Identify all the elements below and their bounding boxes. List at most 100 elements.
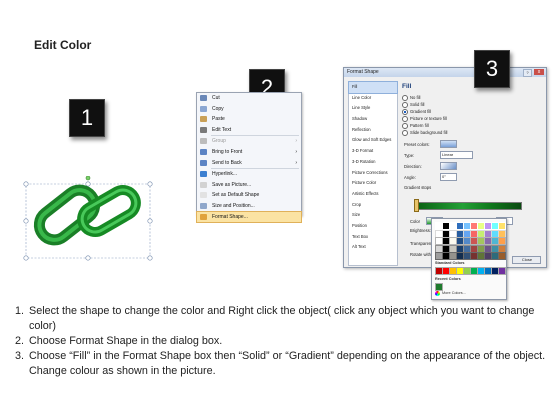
chain-link-shape[interactable] [22,176,157,264]
copy-icon [200,105,207,112]
instruction-step-3: Choose “Fill” in the Format Shape box th… [27,349,554,379]
more-colors-option[interactable]: More Colors... [442,291,466,295]
sidebar-item-picture-corrections[interactable]: Picture Corrections [349,168,397,179]
context-menu: Cut Copy Paste Edit Text Group › Bring to… [196,92,302,224]
instruction-step-2: Choose Format Shape in the dialog box. [27,334,554,349]
menu-item-label: Cut [212,95,220,101]
menu-item-save-as-picture[interactable]: Save as Picture... [197,180,301,191]
send-to-back-icon [200,159,207,166]
scissors-icon [200,95,207,101]
sidebar-item-reflection[interactable]: Reflection [349,125,397,136]
sidebar-item-crop[interactable]: Crop [349,200,397,211]
save-picture-icon [200,181,207,188]
radio-icon [402,95,408,101]
gradient-stops-bar[interactable] [414,202,522,210]
color-label: Color [410,219,421,224]
size-position-icon [200,202,207,209]
radio-selected-icon [402,109,408,115]
help-button[interactable]: ? [523,69,532,77]
standard-color-swatch[interactable] [498,267,506,275]
resize-handle[interactable] [147,218,153,224]
sidebar-item-3d-rotation[interactable]: 3-D Rotation [349,157,397,168]
radio-pattern-fill[interactable]: Pattern fill [402,123,429,129]
dialog-sidebar: Fill Line Color Line Style Shadow Reflec… [348,81,398,266]
dialog-title: Format Shape [344,68,546,77]
radio-solid-fill[interactable]: Solid fill [402,102,424,108]
submenu-arrow-icon: › [295,148,297,155]
menu-item-label: Edit Text [212,126,232,133]
sidebar-item-size[interactable]: Size [349,210,397,221]
sidebar-item-position[interactable]: Position [349,221,397,232]
radio-slide-background-fill[interactable]: Slide background fill [402,130,447,136]
resize-handle[interactable] [85,255,91,261]
menu-item-bring-to-front[interactable]: Bring to Front › [197,147,301,158]
preset-colors-dropdown[interactable] [440,140,457,148]
resize-handle[interactable] [147,181,153,187]
dialog-close-button[interactable]: Close [512,256,541,264]
menu-item-hyperlink[interactable]: Hyperlink... [197,169,301,180]
type-label: Type: [404,153,415,158]
angle-input[interactable]: 0° [440,173,457,181]
sidebar-item-artistic-effects[interactable]: Artistic Effects [349,189,397,200]
resize-handle[interactable] [23,181,29,187]
radio-icon [402,116,408,122]
sidebar-item-glow[interactable]: Glow and Soft Edges [349,135,397,146]
radio-label: Gradient fill [410,109,432,115]
radio-label: Slide background fill [410,130,448,136]
sidebar-item-fill[interactable]: Fill [348,81,398,94]
direction-label: Direction: [404,164,422,169]
menu-item-group[interactable]: Group › [197,136,301,147]
radio-icon [402,102,408,108]
page-title: Edit Color [34,38,92,52]
gradient-stop-handle[interactable] [414,199,419,212]
step-3-badge: 3 [474,50,510,88]
radio-gradient-fill[interactable]: Gradient fill [402,109,431,115]
menu-item-label: Save as Picture... [212,181,252,188]
menu-item-size-and-position[interactable]: Size and Position... [197,201,301,212]
rotate-handle[interactable] [85,176,91,181]
menu-item-label: Bring to Front [212,148,243,155]
step-1-badge: 1 [69,99,105,137]
close-button[interactable]: x [534,69,544,75]
sidebar-item-alt-text[interactable]: Alt Text [349,242,397,253]
fill-heading: Fill [402,83,412,90]
instruction-step-1: Select the shape to change the color and… [27,304,554,334]
color-wheel-icon [435,291,440,296]
angle-label: Angle: [404,175,416,180]
resize-handle[interactable] [147,255,153,261]
sidebar-item-3d-format[interactable]: 3-D Format [349,146,397,157]
sidebar-item-shadow[interactable]: Shadow [349,114,397,125]
default-shape-icon [200,192,207,199]
resize-handle[interactable] [23,218,29,224]
menu-item-label: Hyperlink... [212,171,238,178]
menu-item-paste[interactable]: Paste [197,114,301,125]
radio-icon [402,130,408,136]
hyperlink-icon [200,171,207,178]
group-icon [200,138,207,145]
brightness-label: Brightness: [410,228,431,233]
menu-item-set-default-shape[interactable]: Set as Default Shape [197,190,301,201]
sidebar-item-line-style[interactable]: Line Style [349,103,397,114]
menu-item-copy[interactable]: Copy [197,104,301,115]
menu-item-edit-text[interactable]: Edit Text [197,125,301,136]
sidebar-item-line-color[interactable]: Line Color [349,93,397,104]
radio-picture-fill[interactable]: Picture or texture fill [402,116,447,122]
theme-color-swatch[interactable] [498,252,506,260]
sidebar-item-picture-color[interactable]: Picture Color [349,178,397,189]
instructions: Select the shape to change the color and… [8,304,554,379]
radio-no-fill[interactable]: No fill [402,95,420,101]
type-dropdown[interactable]: Linear [440,151,473,159]
menu-item-format-shape[interactable]: Format Shape... [196,210,302,224]
menu-item-label: Copy [212,105,224,112]
sidebar-item-text-box[interactable]: Text Box [349,232,397,243]
recent-color-swatch[interactable] [435,283,443,291]
resize-handle[interactable] [85,181,91,187]
direction-dropdown[interactable] [440,162,457,170]
edit-text-icon [200,126,207,133]
menu-item-label: Paste [212,116,225,123]
color-picker-popup: Standard Colors Recent Colors More Color… [431,218,507,300]
menu-item-cut[interactable]: Cut [197,93,301,104]
resize-handle[interactable] [23,255,29,261]
menu-item-send-to-back[interactable]: Send to Back › [197,158,301,169]
menu-item-label: Size and Position... [212,202,255,209]
